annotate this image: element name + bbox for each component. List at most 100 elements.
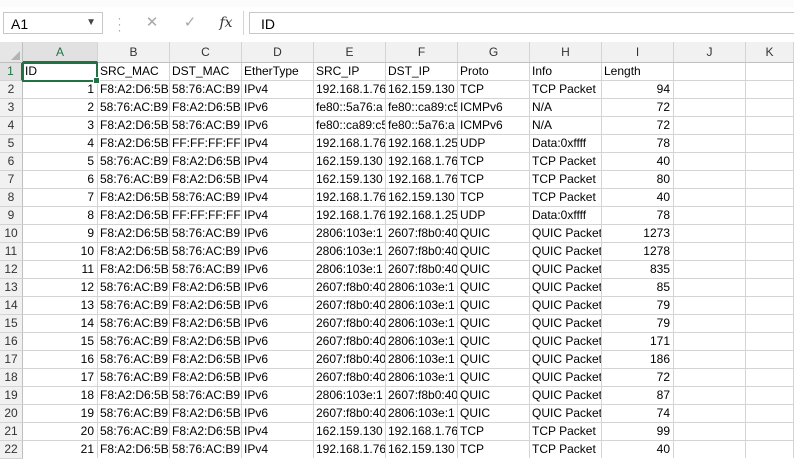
cell-k10[interactable]	[746, 225, 794, 243]
cell-a22[interactable]: 21	[23, 441, 98, 458]
cell-e19[interactable]: 2806:103e:1	[314, 387, 386, 405]
cell-a9[interactable]: 8	[23, 207, 98, 225]
cell-i12[interactable]: 835	[602, 261, 674, 279]
cell-h22[interactable]: TCP Packet	[530, 441, 602, 458]
cell-c22[interactable]: 58:76:AC:B9:	[170, 441, 242, 458]
cell-e10[interactable]: 2806:103e:1	[314, 225, 386, 243]
cell-e5[interactable]: 192.168.1.76	[314, 135, 386, 153]
cell-e12[interactable]: 2806:103e:1	[314, 261, 386, 279]
cell-c15[interactable]: F8:A2:D6:5B:	[170, 315, 242, 333]
cell-a12[interactable]: 11	[23, 261, 98, 279]
cell-i13[interactable]: 85	[602, 279, 674, 297]
cell-f7[interactable]: 192.168.1.76	[386, 171, 458, 189]
cell-d6[interactable]: IPv4	[242, 153, 314, 171]
cell-h10[interactable]: QUIC Packet	[530, 225, 602, 243]
cell-f6[interactable]: 192.168.1.76	[386, 153, 458, 171]
cell-g18[interactable]: QUIC	[458, 369, 530, 387]
cell-e18[interactable]: 2607:f8b0:40	[314, 369, 386, 387]
cell-a16[interactable]: 15	[23, 333, 98, 351]
cell-h18[interactable]: QUIC Packet	[530, 369, 602, 387]
cell-j4[interactable]	[674, 117, 746, 135]
cell-h15[interactable]: QUIC Packet	[530, 315, 602, 333]
cell-k1[interactable]	[746, 63, 794, 81]
cell-a17[interactable]: 16	[23, 351, 98, 369]
cell-c21[interactable]: F8:A2:D6:5B:	[170, 423, 242, 441]
cell-a19[interactable]: 18	[23, 387, 98, 405]
cell-i16[interactable]: 171	[602, 333, 674, 351]
cell-d4[interactable]: IPv6	[242, 117, 314, 135]
cell-b12[interactable]: F8:A2:D6:5B:	[98, 261, 170, 279]
cell-g13[interactable]: QUIC	[458, 279, 530, 297]
cell-f17[interactable]: 2806:103e:1	[386, 351, 458, 369]
chevron-down-icon[interactable]: ▼	[86, 17, 96, 28]
cell-g11[interactable]: QUIC	[458, 243, 530, 261]
cell-a20[interactable]: 19	[23, 405, 98, 423]
cell-f10[interactable]: 2607:f8b0:40	[386, 225, 458, 243]
cell-d17[interactable]: IPv6	[242, 351, 314, 369]
cell-a13[interactable]: 12	[23, 279, 98, 297]
cell-d1[interactable]: EtherType	[242, 63, 314, 81]
cell-c2[interactable]: 58:76:AC:B9:	[170, 81, 242, 99]
cell-g12[interactable]: QUIC	[458, 261, 530, 279]
cell-b22[interactable]: F8:A2:D6:5B:	[98, 441, 170, 458]
cell-b14[interactable]: 58:76:AC:B9:	[98, 297, 170, 315]
column-header-h[interactable]: H	[530, 42, 602, 63]
cell-j1[interactable]	[674, 63, 746, 81]
cell-h11[interactable]: QUIC Packet	[530, 243, 602, 261]
cell-b18[interactable]: 58:76:AC:B9:	[98, 369, 170, 387]
row-header[interactable]: 12	[0, 261, 23, 279]
cell-i11[interactable]: 1278	[602, 243, 674, 261]
row-header[interactable]: 2	[0, 81, 23, 99]
cell-f15[interactable]: 2806:103e:1	[386, 315, 458, 333]
cell-c3[interactable]: F8:A2:D6:5B:	[170, 99, 242, 117]
cell-d19[interactable]: IPv6	[242, 387, 314, 405]
cell-b11[interactable]: F8:A2:D6:5B:	[98, 243, 170, 261]
cell-b1[interactable]: SRC_MAC	[98, 63, 170, 81]
cell-c19[interactable]: 58:76:AC:B9:	[170, 387, 242, 405]
cell-j17[interactable]	[674, 351, 746, 369]
cell-j12[interactable]	[674, 261, 746, 279]
cell-a10[interactable]: 9	[23, 225, 98, 243]
cell-i15[interactable]: 79	[602, 315, 674, 333]
row-header[interactable]: 4	[0, 117, 23, 135]
column-header-g[interactable]: G	[458, 42, 530, 63]
cell-g20[interactable]: QUIC	[458, 405, 530, 423]
cell-k6[interactable]	[746, 153, 794, 171]
cell-b5[interactable]: F8:A2:D6:5B:	[98, 135, 170, 153]
cell-c17[interactable]: F8:A2:D6:5B:	[170, 351, 242, 369]
cell-g6[interactable]: TCP	[458, 153, 530, 171]
cell-i21[interactable]: 99	[602, 423, 674, 441]
cell-a15[interactable]: 14	[23, 315, 98, 333]
cell-c20[interactable]: F8:A2:D6:5B:	[170, 405, 242, 423]
cell-j11[interactable]	[674, 243, 746, 261]
cell-k9[interactable]	[746, 207, 794, 225]
row-header[interactable]: 10	[0, 225, 23, 243]
cell-g16[interactable]: QUIC	[458, 333, 530, 351]
cell-f14[interactable]: 2806:103e:1	[386, 297, 458, 315]
cell-j3[interactable]	[674, 99, 746, 117]
cell-e14[interactable]: 2607:f8b0:40	[314, 297, 386, 315]
cell-k3[interactable]	[746, 99, 794, 117]
cell-k22[interactable]	[746, 441, 794, 458]
cell-k5[interactable]	[746, 135, 794, 153]
column-header-c[interactable]: C	[170, 42, 242, 63]
row-header[interactable]: 11	[0, 243, 23, 261]
cell-h12[interactable]: QUIC Packet	[530, 261, 602, 279]
cell-g1[interactable]: Proto	[458, 63, 530, 81]
cell-g21[interactable]: TCP	[458, 423, 530, 441]
row-header[interactable]: 19	[0, 387, 23, 405]
cell-d20[interactable]: IPv6	[242, 405, 314, 423]
cell-f19[interactable]: 2607:f8b0:40	[386, 387, 458, 405]
cell-c1[interactable]: DST_MAC	[170, 63, 242, 81]
cell-c7[interactable]: F8:A2:D6:5B:	[170, 171, 242, 189]
cell-j21[interactable]	[674, 423, 746, 441]
cell-g7[interactable]: TCP	[458, 171, 530, 189]
cell-h1[interactable]: Info	[530, 63, 602, 81]
cell-c4[interactable]: 58:76:AC:B9:	[170, 117, 242, 135]
cell-c9[interactable]: FF:FF:FF:FF:FF	[170, 207, 242, 225]
cell-d21[interactable]: IPv4	[242, 423, 314, 441]
cell-j16[interactable]	[674, 333, 746, 351]
row-header[interactable]: 16	[0, 333, 23, 351]
cell-h9[interactable]: Data:0xffff	[530, 207, 602, 225]
cell-b6[interactable]: 58:76:AC:B9:	[98, 153, 170, 171]
